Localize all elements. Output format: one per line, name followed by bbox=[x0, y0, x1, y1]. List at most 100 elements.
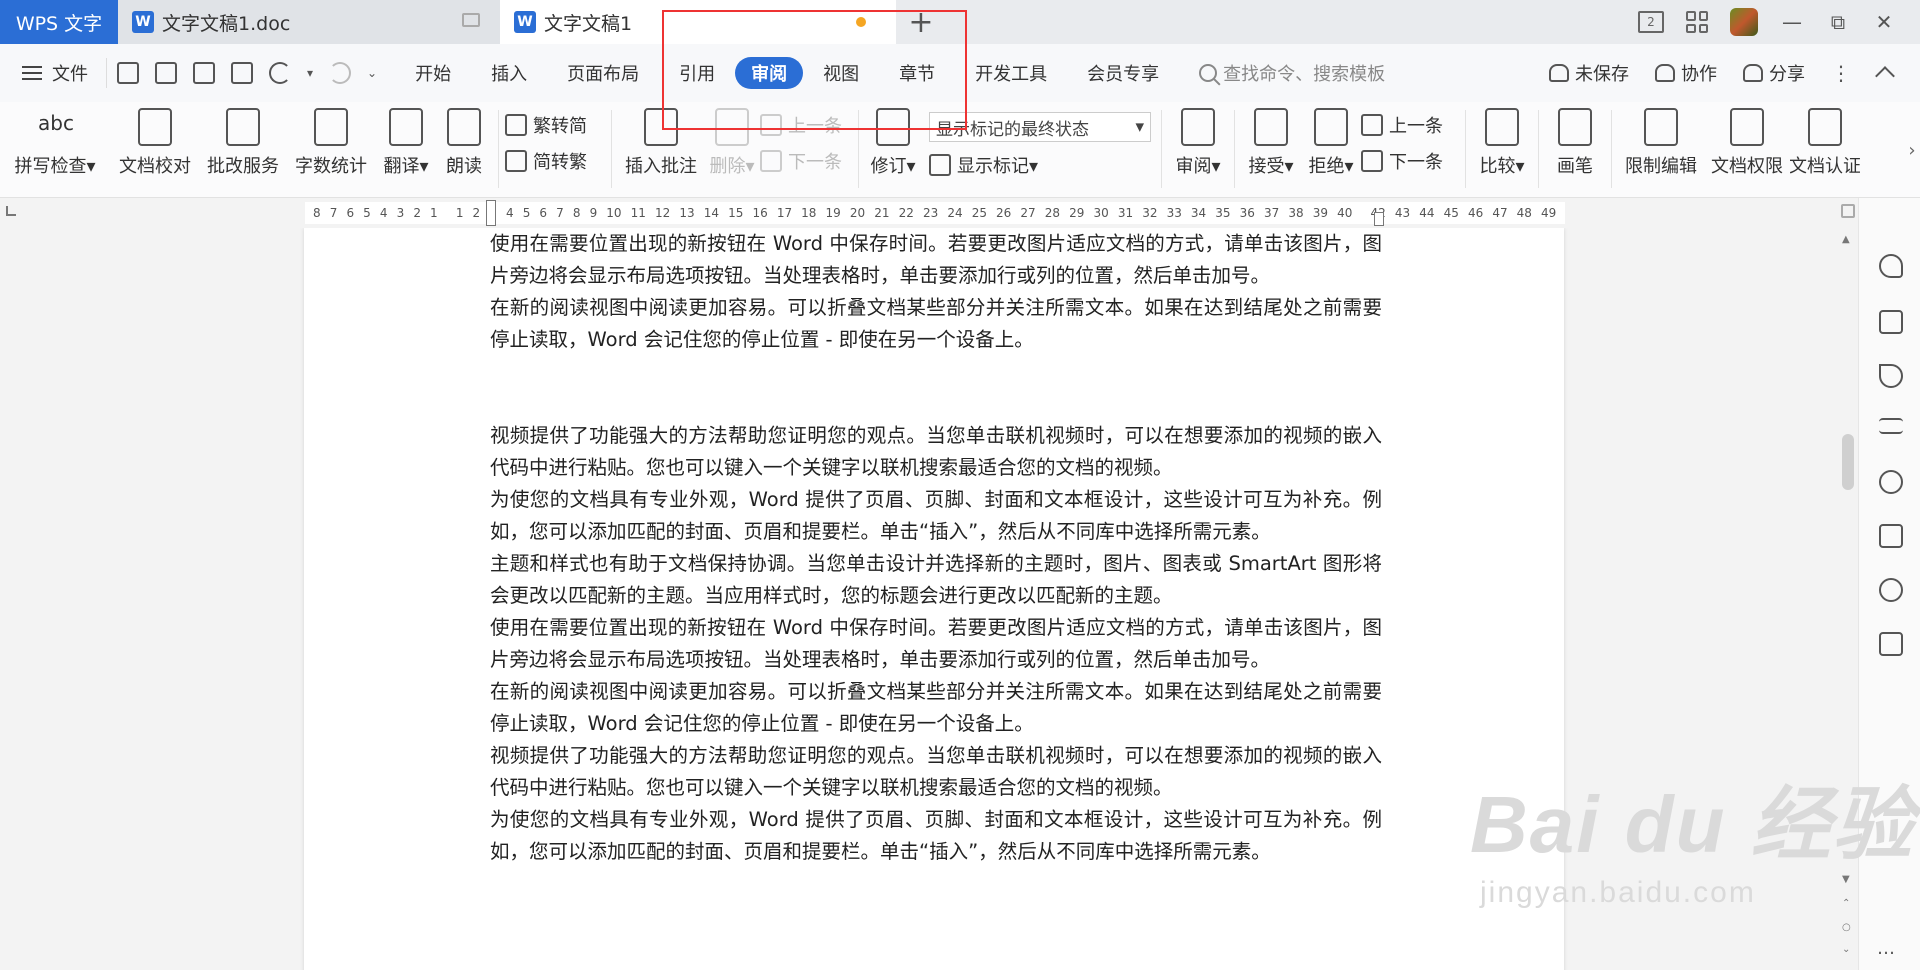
share-button[interactable]: 分享 bbox=[1743, 60, 1805, 86]
export-pdf-icon[interactable] bbox=[155, 62, 177, 84]
ruler-tick: 4 bbox=[505, 206, 514, 220]
file-menu[interactable]: 文件 bbox=[0, 60, 106, 86]
paragraph: 视频提供了功能强大的方法帮助您证明您的观点。当您单击联机视频时，可以在想要添加的… bbox=[490, 744, 1382, 799]
doc-permission-button[interactable]: 文档权限 bbox=[1704, 102, 1790, 198]
doc-tab-1[interactable]: W 文字文稿1.doc bbox=[118, 0, 500, 44]
compare-icon bbox=[1485, 108, 1519, 146]
undo-icon[interactable] bbox=[269, 62, 291, 84]
reject-button[interactable]: 拒绝▾ bbox=[1301, 102, 1361, 198]
ribbon-divider bbox=[1611, 110, 1612, 188]
ruler-tick: 33 bbox=[1166, 206, 1182, 220]
more-dots-icon[interactable]: … bbox=[1877, 938, 1895, 959]
book-icon[interactable] bbox=[1879, 632, 1903, 656]
proofread-button[interactable]: 文档校对 bbox=[110, 102, 200, 198]
next-change-button[interactable]: 下一条 bbox=[1361, 148, 1459, 174]
close-icon[interactable]: ✕ bbox=[1872, 10, 1896, 34]
tab-insert[interactable]: 插入 bbox=[471, 57, 547, 89]
document-page[interactable]: 使用在需要位置出现的新按钮在 Word 中保存时间。若要更改图片适应文档的方式，… bbox=[304, 228, 1564, 970]
collaborate-button[interactable]: 协作 bbox=[1655, 60, 1717, 86]
prev-change-button[interactable]: 上一条 bbox=[1361, 112, 1459, 138]
page-count-icon[interactable]: 2 bbox=[1638, 11, 1664, 33]
ruler-tick: 44 bbox=[1419, 206, 1435, 220]
save-icon[interactable] bbox=[117, 62, 139, 84]
customize-dropdown-icon[interactable]: ⌄ bbox=[367, 66, 377, 80]
review-service-button[interactable]: 批改服务 bbox=[200, 102, 286, 198]
scroll-up-icon[interactable]: ▲ bbox=[1842, 234, 1850, 245]
scroll-down-icon[interactable]: ▼ bbox=[1842, 874, 1850, 885]
print-icon[interactable] bbox=[193, 62, 215, 84]
prev-page-icon[interactable]: ⌃ bbox=[1842, 898, 1850, 909]
split-view-icon[interactable] bbox=[1841, 204, 1855, 218]
ruler-tick: 5 bbox=[522, 206, 531, 220]
undo-dropdown-icon[interactable]: ▾ bbox=[307, 66, 313, 80]
image-icon[interactable] bbox=[1879, 524, 1903, 548]
next-comment-button[interactable]: 下一条 bbox=[760, 148, 852, 174]
avatar[interactable] bbox=[1730, 8, 1758, 36]
pen-label: 画笔 bbox=[1557, 156, 1593, 177]
unsaved-button[interactable]: 未保存 bbox=[1549, 60, 1629, 86]
ruler-tick: 6 bbox=[539, 206, 548, 220]
word-count-button[interactable]: 字数统计 bbox=[286, 102, 376, 198]
next-change-icon bbox=[1361, 150, 1383, 172]
tab-page-layout[interactable]: 页面布局 bbox=[547, 57, 659, 89]
ruler-tick: 23 bbox=[922, 206, 939, 220]
accept-button[interactable]: 接受▾ bbox=[1241, 102, 1301, 198]
review-pane-button[interactable]: 审阅▾ bbox=[1168, 102, 1228, 198]
lightning-icon[interactable] bbox=[1879, 578, 1903, 602]
next-comment-label: 下一条 bbox=[788, 152, 842, 173]
right-indent-marker[interactable] bbox=[1374, 212, 1384, 226]
tab-home[interactable]: 开始 bbox=[395, 57, 471, 89]
collapse-ribbon-icon[interactable] bbox=[1875, 66, 1895, 86]
read-aloud-icon bbox=[447, 108, 481, 146]
ruler-tick: 11 bbox=[630, 206, 646, 220]
minimize-icon[interactable]: — bbox=[1780, 10, 1804, 34]
next-page-icon[interactable]: ⌄ bbox=[1842, 944, 1850, 955]
left-indent-marker[interactable] bbox=[486, 200, 496, 226]
redo-icon[interactable] bbox=[329, 62, 352, 84]
cursor-icon[interactable] bbox=[1879, 364, 1903, 388]
next-change-label: 下一条 bbox=[1389, 152, 1443, 173]
apps-grid-icon[interactable] bbox=[1686, 11, 1708, 33]
reject-icon bbox=[1314, 108, 1348, 146]
edit-pen-icon[interactable] bbox=[1879, 310, 1903, 334]
tab-member[interactable]: 会员专享 bbox=[1067, 57, 1179, 89]
tab-stop-selector-icon[interactable] bbox=[6, 206, 16, 216]
simp-to-trad-button[interactable]: 简转繁 bbox=[505, 148, 605, 174]
show-markup-button[interactable]: 显示标记▾ bbox=[929, 152, 1155, 178]
simp-to-trad-icon bbox=[505, 150, 527, 172]
sliders-icon[interactable] bbox=[1879, 418, 1903, 434]
trad-to-simp-label: 繁转简 bbox=[533, 116, 587, 137]
pen-icon bbox=[1558, 108, 1592, 146]
accept-label: 接受▾ bbox=[1248, 156, 1294, 177]
restore-icon[interactable]: ⧉ bbox=[1826, 10, 1850, 34]
trad-to-simp-button[interactable]: 繁转简 bbox=[505, 112, 605, 138]
paragraph: 视频提供了功能强大的方法帮助您证明您的观点。当您单击联机视频时，可以在想要添加的… bbox=[490, 424, 1382, 479]
more-options-icon[interactable]: ⋮ bbox=[1831, 61, 1852, 85]
command-search[interactable]: 查找命令、搜索模板 bbox=[1199, 60, 1385, 86]
spell-check-button[interactable]: abc 拼写检查▾ bbox=[0, 102, 110, 198]
pen-button[interactable]: 画笔 bbox=[1545, 102, 1605, 198]
ruler-tick: 29 bbox=[1069, 206, 1085, 220]
restrict-edit-button[interactable]: 限制编辑 bbox=[1618, 102, 1704, 198]
simp-to-trad-label: 简转繁 bbox=[533, 152, 587, 173]
scrollbar-thumb[interactable] bbox=[1842, 434, 1854, 490]
paragraph: 主题和样式也有助于文档保持协调。当您单击设计并选择新的主题时，图片、图表或 Sm… bbox=[490, 552, 1382, 607]
spell-check-label: 拼写检查▾ bbox=[14, 156, 96, 177]
ruler-tick: 39 bbox=[1312, 206, 1328, 220]
ruler-tick: 48 bbox=[1516, 206, 1532, 220]
review-pane-label: 审阅▾ bbox=[1175, 156, 1221, 177]
doc-cert-button[interactable]: 文档认证 bbox=[1790, 102, 1860, 198]
rocket-icon[interactable] bbox=[1879, 254, 1903, 278]
document-body[interactable]: 使用在需要位置出现的新按钮在 Word 中保存时间。若要更改图片适应文档的方式，… bbox=[490, 228, 1382, 868]
ruler-tick: 1 bbox=[455, 206, 464, 220]
tab-developer[interactable]: 开发工具 bbox=[955, 57, 1067, 89]
vertical-scrollbar[interactable]: ▲ ▼ ⌃ ○ ⌄ bbox=[1838, 198, 1858, 970]
ribbon-scroll-right-icon[interactable]: › bbox=[1904, 120, 1920, 180]
select-browse-object-icon[interactable]: ○ bbox=[1842, 922, 1851, 933]
print-preview-icon[interactable] bbox=[231, 62, 253, 84]
compare-button[interactable]: 比较▾ bbox=[1472, 102, 1532, 198]
read-aloud-button[interactable]: 朗读 bbox=[436, 102, 492, 198]
translate-button[interactable]: 翻译▾ bbox=[376, 102, 436, 198]
help-icon[interactable] bbox=[1879, 470, 1903, 494]
wps-home-tab[interactable]: WPS 文字 bbox=[0, 0, 118, 44]
